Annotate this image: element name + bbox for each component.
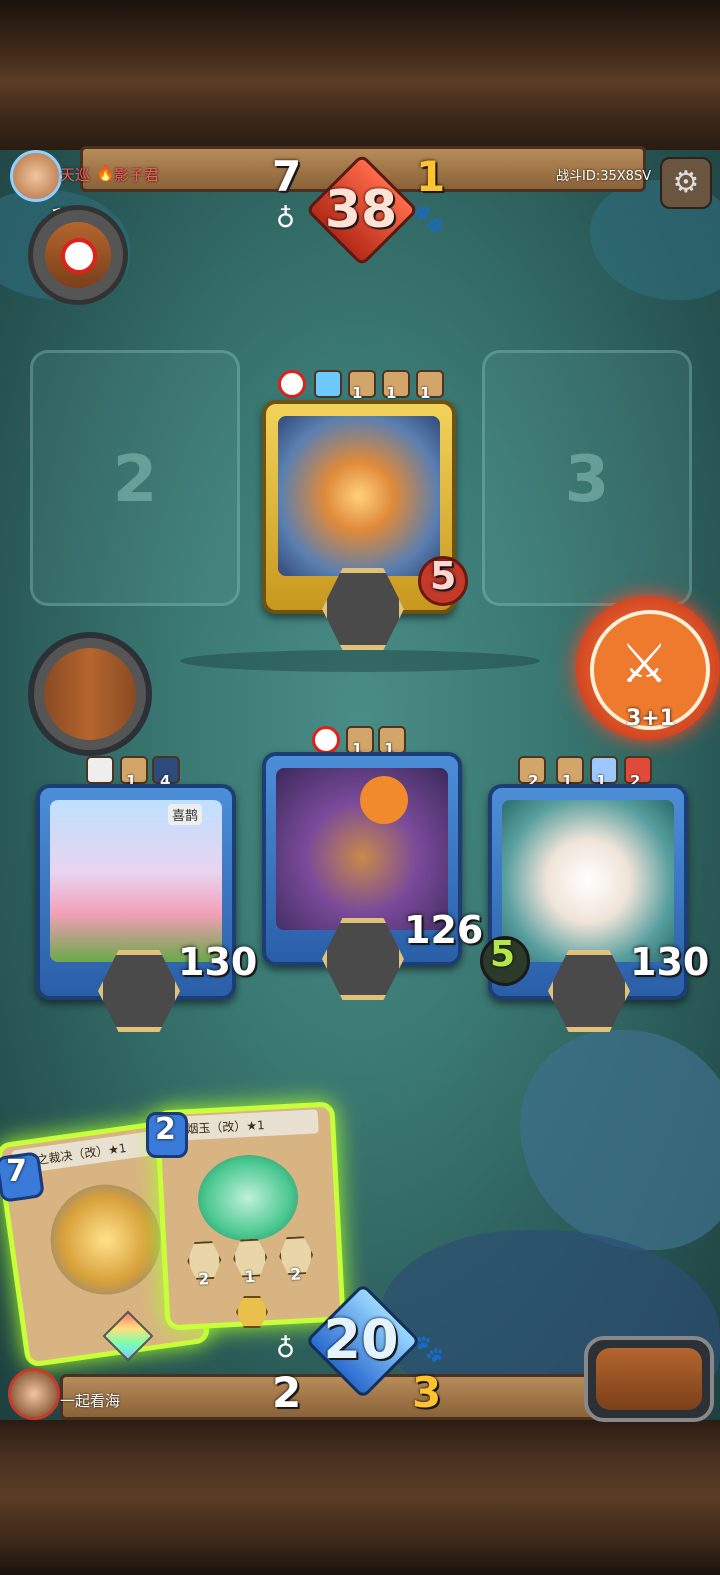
hand-card-2-cost: 2	[155, 1112, 176, 1147]
hand-card-1-cost: 7	[6, 1154, 27, 1189]
opponent-partner: 影子君	[114, 166, 160, 184]
player-shield[interactable]	[28, 632, 152, 756]
gem-value-2: 1	[243, 1266, 256, 1287]
card1-icons: 1 4	[86, 756, 196, 790]
paw-icon: 🐾	[412, 204, 445, 234]
decor-stone-block	[520, 1030, 720, 1250]
pumpkin-balloon-icon	[360, 776, 408, 824]
fire-icon: 🔥	[96, 164, 115, 182]
player-avatar[interactable]	[8, 1368, 60, 1420]
spirit-icon: ♁	[276, 204, 296, 234]
card3-side-value: 5	[490, 934, 516, 975]
player-energy: 20	[323, 1308, 399, 1371]
card2-hp: 126	[404, 908, 484, 952]
attack-button[interactable]: ⚔ 3+1	[576, 596, 720, 740]
bottom-frame	[0, 1420, 720, 1575]
no-attack-icon	[61, 238, 97, 274]
ground-crack	[180, 650, 540, 672]
player-name: 一起看海	[60, 1392, 121, 1410]
card3-hp: 130	[630, 940, 710, 984]
attack-count: 3+1	[626, 706, 676, 731]
crossed-swords-icon: ⚔	[620, 632, 669, 695]
enemy-card-icons: 1 1 1	[278, 370, 448, 402]
no-attack-icon	[312, 726, 340, 754]
hand-card-1-art	[43, 1177, 168, 1302]
opponent-stat-left: 7	[272, 152, 302, 201]
crystal-icon	[314, 370, 342, 398]
opponent-stat-right: 1	[416, 152, 446, 201]
player-stat-left: 2	[272, 1368, 302, 1417]
feather-icon	[86, 756, 114, 784]
slot-number: 2	[112, 443, 158, 517]
hand-card-2-art	[195, 1152, 301, 1244]
enemy-slot-3[interactable]: 3	[482, 350, 692, 606]
enemy-card-art	[278, 416, 440, 576]
battle-id: 战斗ID:35X8SV	[556, 169, 652, 184]
opponent-energy: 38	[324, 180, 398, 240]
gem-value-3: 2	[289, 1264, 302, 1284]
spirit-icon: ♁	[276, 1334, 296, 1364]
card1-badge: 喜鹊	[168, 804, 203, 825]
opponent-name: 天巡	[60, 166, 91, 184]
player-banner	[60, 1374, 626, 1420]
gem-value-1: 2	[197, 1269, 210, 1289]
end-turn-button[interactable]	[584, 1336, 714, 1422]
card3-icons: 2 1 1 2	[518, 756, 668, 790]
player-stat-right: 3	[412, 1368, 442, 1417]
no-attack-icon	[278, 370, 306, 398]
card3-art	[502, 800, 674, 962]
top-frame	[0, 0, 720, 150]
enemy-slot-2[interactable]: 2	[30, 350, 240, 606]
card1-hp: 130	[178, 940, 258, 984]
opponent-avatar[interactable]	[10, 150, 62, 202]
slot-number: 3	[564, 443, 610, 517]
settings-gear-icon[interactable]: ⚙	[660, 157, 712, 209]
enemy-card-hp: 5	[430, 554, 457, 598]
opponent-shield	[28, 205, 128, 305]
